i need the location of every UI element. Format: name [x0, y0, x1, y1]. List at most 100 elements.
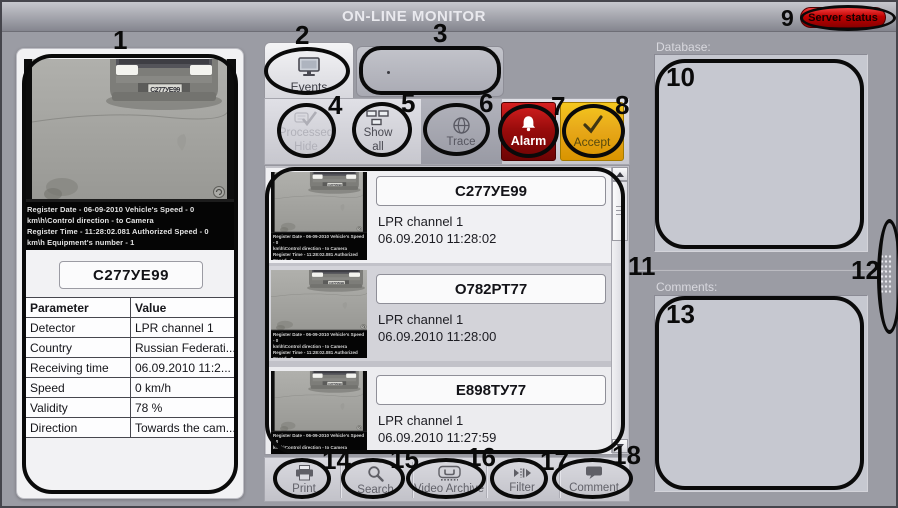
- processed-label-line2: Hide: [294, 140, 318, 153]
- table-row: Receiving time 06.09.2010 11:2...: [25, 357, 237, 378]
- tab-placeholder-dot: [387, 71, 390, 74]
- event-thumbnail: Register Date - 06-09-2010 Vehicle's Spe…: [271, 371, 367, 454]
- database-box[interactable]: [654, 54, 868, 252]
- trace-button[interactable]: Trace: [426, 103, 496, 161]
- value-cell: 06.09.2010 11:2...: [130, 357, 237, 378]
- parameters-table: Parameter Value Detector LPR channel 1 C…: [25, 297, 237, 438]
- event-plate-value: О782РТ77: [376, 274, 606, 304]
- overlay-line: km\h Equipment's number - 1: [27, 238, 135, 247]
- thumbnail-overlay-text: Register Date - 06-09-2010 Vehicle's Spe…: [271, 432, 367, 454]
- overlay-line: Register Date - 06-09-2010 Vehicle's Spe…: [273, 332, 365, 343]
- camera-frame-image: [24, 59, 236, 202]
- tab-events-label: Events: [290, 80, 328, 94]
- event-thumbnail-image: [271, 270, 367, 331]
- accept-button[interactable]: Accept: [560, 102, 624, 161]
- event-plate-value: Е898ТУ77: [376, 375, 606, 405]
- alarm-bell-icon: [521, 116, 536, 132]
- filter-icon: [513, 468, 531, 478]
- monitor-icon: [298, 57, 320, 76]
- scroll-down-button[interactable]: [612, 439, 628, 453]
- show-all-button[interactable]: Show all: [347, 103, 409, 161]
- alarm-button[interactable]: Alarm: [501, 102, 556, 161]
- col-header-parameter: Parameter: [25, 297, 131, 318]
- table-row: Speed 0 km/h: [25, 377, 237, 398]
- video-archive-button[interactable]: Video Archive: [409, 460, 489, 500]
- accept-check-icon: [582, 114, 603, 133]
- processed-label-line1: Processed: [278, 126, 334, 139]
- event-channel: LPR channel 1: [378, 214, 464, 229]
- events-list: Register Date - 06-09-2010 Vehicle's Spe…: [264, 165, 630, 455]
- table-row: Detector LPR channel 1: [25, 317, 237, 338]
- video-archive-icon: [437, 465, 461, 481]
- vehicle-photo: Register Date - 06-09-2010 Vehicle's Spe…: [24, 59, 236, 250]
- overlay-line: Register Time - 11:28:02.081 Authorized …: [273, 350, 358, 358]
- overlay-line: Register Time - 11:28:02.081 Authorized …: [273, 252, 358, 260]
- param-cell: Validity: [25, 397, 131, 418]
- event-list-item[interactable]: Register Date - 06-09-2010 Vehicle's Spe…: [266, 168, 612, 263]
- overlay-line: km\h\Control direction - to Camera: [27, 216, 154, 225]
- video-archive-label: Video Archive: [413, 483, 485, 495]
- tab-events[interactable]: Events: [264, 42, 354, 99]
- table-row: Validity 78 %: [25, 397, 237, 418]
- print-label: Print: [292, 483, 316, 495]
- param-cell: Detector: [25, 317, 131, 338]
- value-cell: Towards the cam...: [130, 417, 237, 438]
- event-timestamp: 06.09.2010 11:28:00: [378, 329, 497, 344]
- value-cell: LPR channel 1: [130, 317, 237, 338]
- processed-hide-button[interactable]: Processed Hide: [273, 103, 339, 161]
- search-button[interactable]: Search: [348, 460, 403, 500]
- horizontal-splitter[interactable]: [636, 269, 886, 271]
- trace-label: Trace: [446, 135, 476, 148]
- event-plate-value: C277УЕ99: [376, 176, 606, 206]
- search-icon: [368, 465, 384, 482]
- comments-label: Comments:: [656, 280, 718, 294]
- param-cell: Direction: [25, 417, 131, 438]
- comment-icon: [586, 466, 602, 479]
- scrollbar-grip-icon: [616, 205, 624, 217]
- alarm-label: Alarm: [510, 134, 547, 148]
- event-channel: LPR channel 1: [378, 312, 464, 327]
- thumbnail-overlay-text: Register Date - 06-09-2010 Vehicle's Spe…: [271, 233, 367, 260]
- event-thumbnail: Register Date - 06-09-2010 Vehicle's Spe…: [271, 270, 367, 358]
- event-timestamp: 06.09.2010 11:28:02: [378, 231, 497, 246]
- tab-placeholder[interactable]: [356, 46, 504, 97]
- table-row: Direction Towards the cam...: [25, 417, 237, 438]
- photo-overlay-text: Register Date - 06-09-2010 Vehicle's Spe…: [24, 202, 236, 250]
- comment-label: Comment: [569, 482, 619, 494]
- title-bar: ON-LINE MONITOR Server status: [2, 2, 896, 32]
- event-list-item[interactable]: Register Date - 06-09-2010 Vehicle's Spe…: [266, 367, 612, 454]
- param-cell: Receiving time: [25, 357, 131, 378]
- callout-11: 11: [628, 251, 656, 281]
- thumbnail-overlay-text: Register Date - 06-09-2010 Vehicle's Spe…: [271, 331, 367, 358]
- database-label: Database:: [656, 40, 711, 54]
- event-timestamp: 06.09.2010 11:27:59: [378, 430, 497, 445]
- search-label: Search: [357, 483, 394, 496]
- accept-label: Accept: [573, 134, 611, 149]
- recognized-plate-value: C277УЕ99: [59, 261, 203, 289]
- comment-button[interactable]: Comment: [561, 460, 627, 500]
- server-status-button[interactable]: Server status: [800, 7, 886, 28]
- splitter-grip[interactable]: [879, 253, 892, 293]
- event-list-item[interactable]: Register Date - 06-09-2010 Vehicle's Spe…: [266, 266, 612, 361]
- arrow-down-icon: [616, 443, 624, 449]
- events-toolbar: Processed Hide Show all Trace Alarm Acce…: [264, 98, 630, 165]
- param-cell: Country: [25, 337, 131, 358]
- print-icon: [295, 465, 313, 481]
- print-button[interactable]: Print: [279, 460, 329, 500]
- param-cell: Speed: [25, 377, 131, 398]
- online-monitor-window: ON-LINE MONITOR Server status Register D…: [0, 0, 898, 508]
- scrollbar-thumb[interactable]: [612, 181, 628, 241]
- show-all-icon: [366, 110, 389, 126]
- scroll-up-button[interactable]: [612, 167, 628, 181]
- overlay-line: Register Date - 06-09-2010 Vehicle's Spe…: [273, 234, 365, 245]
- trace-globe-icon: [452, 116, 470, 134]
- filter-button[interactable]: Filter: [497, 460, 547, 500]
- event-channel: LPR channel 1: [378, 413, 464, 428]
- filter-label: Filter: [509, 482, 535, 494]
- arrow-up-icon: [616, 171, 624, 177]
- overlay-line: Register Date - 06-09-2010 Vehicle's Spe…: [27, 205, 195, 214]
- comments-box[interactable]: [654, 295, 868, 492]
- overlay-line: Register Date - 06-09-2010 Vehicle's Spe…: [273, 433, 365, 444]
- events-scrollbar[interactable]: [611, 167, 628, 453]
- event-thumbnail-image: [271, 172, 367, 233]
